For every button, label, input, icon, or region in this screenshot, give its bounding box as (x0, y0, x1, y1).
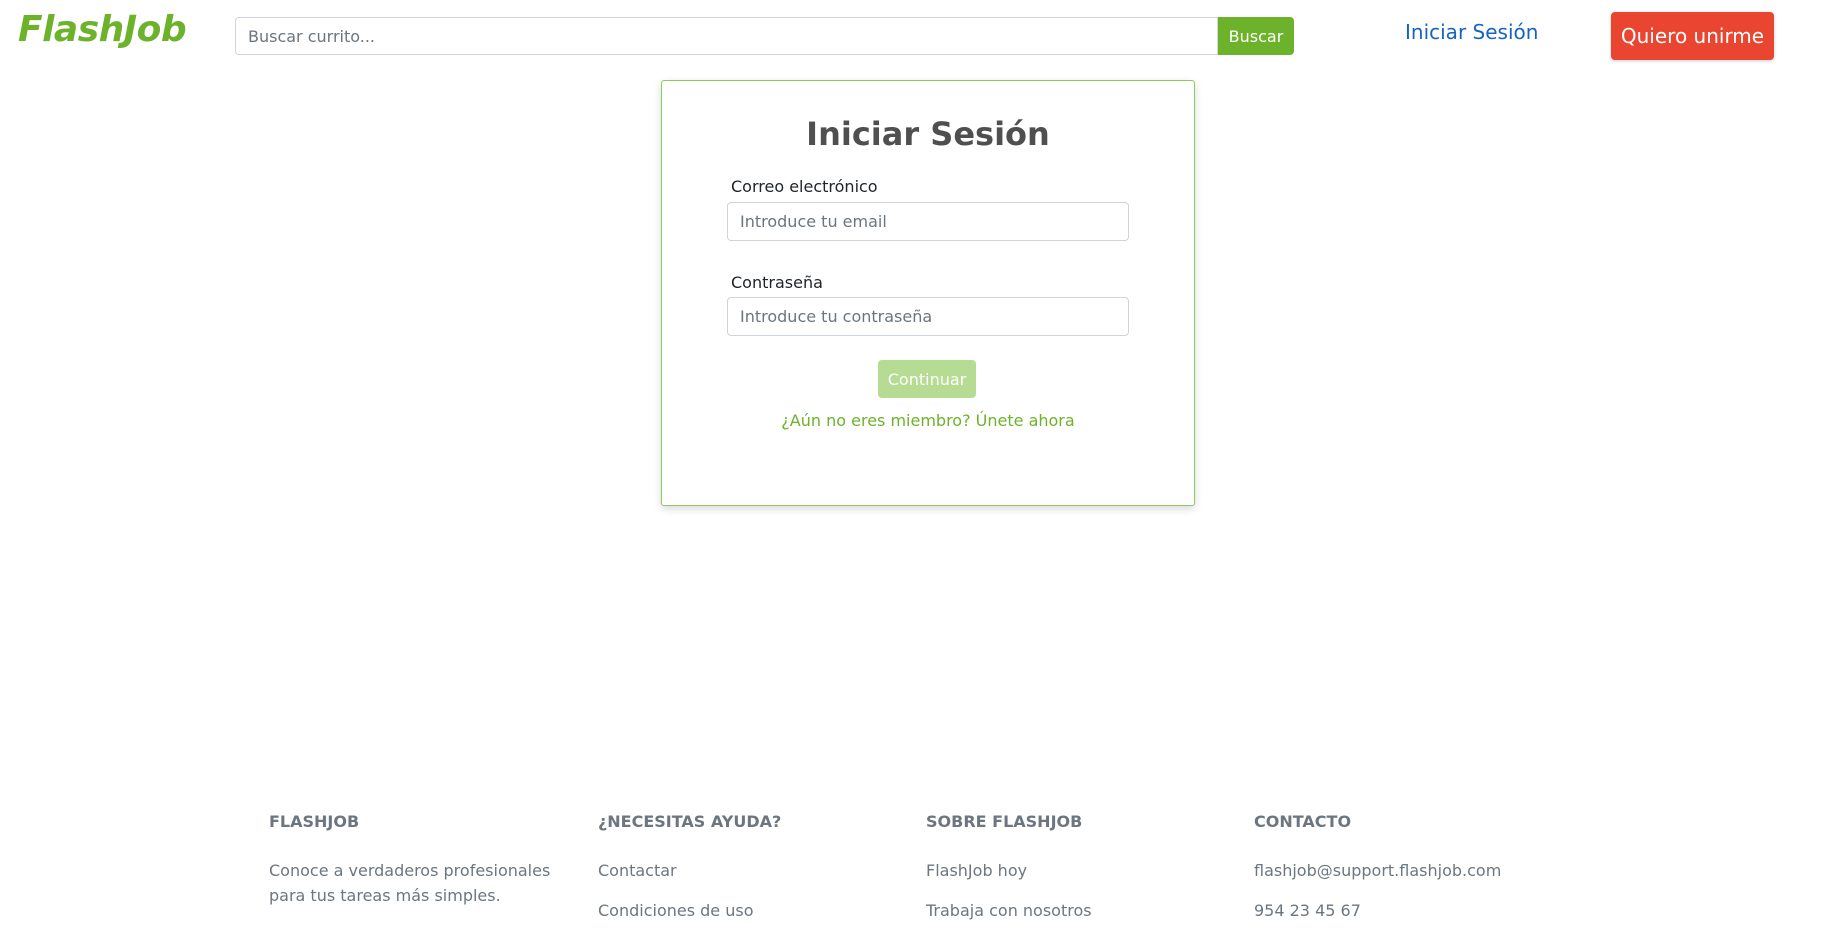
footer-heading: SOBRE FLASHJOB (926, 812, 1083, 831)
footer-column-about: SOBRE FLASHJOB FlashJob hoy Trabaja con … (926, 812, 1216, 938)
search-input[interactable] (235, 17, 1218, 55)
email-field[interactable] (727, 202, 1129, 241)
flashjob-logo[interactable]: FlashJob (18, 9, 187, 50)
login-card: Iniciar Sesión Correo electrónico Contra… (661, 80, 1195, 506)
footer-heading: FLASHJOB (269, 812, 360, 831)
footer-link-terms[interactable]: Condiciones de uso (598, 898, 888, 938)
footer-link-flashjob-today[interactable]: FlashJob hoy (926, 858, 1216, 898)
email-label: Correo electrónico (731, 177, 878, 196)
footer-heading: ¿NECESITAS AYUDA? (598, 812, 782, 831)
footer-column-flashjob: FLASHJOB Conoce a verdaderos profesional… (269, 812, 559, 908)
password-label: Contraseña (731, 273, 823, 292)
search-button[interactable]: Buscar (1218, 17, 1294, 55)
footer-link-careers[interactable]: Trabaja con nosotros (926, 898, 1216, 938)
signup-link[interactable]: ¿Aún no eres miembro? Únete ahora (662, 411, 1194, 430)
continue-button[interactable]: Continuar (878, 360, 976, 398)
footer-link-email[interactable]: flashjob@support.flashjob.com (1254, 858, 1544, 898)
footer-link-contact[interactable]: Contactar (598, 858, 888, 898)
footer-column-contact: CONTACTO flashjob@support.flashjob.com 9… (1254, 812, 1544, 938)
footer-heading: CONTACTO (1254, 812, 1352, 831)
footer-column-help: ¿NECESITAS AYUDA? Contactar Condiciones … (598, 812, 888, 938)
password-field[interactable] (727, 297, 1129, 336)
footer-link-phone[interactable]: 954 23 45 67 (1254, 898, 1544, 938)
top-navbar: FlashJob Buscar Iniciar Sesión Quiero un… (0, 0, 1830, 72)
login-link[interactable]: Iniciar Sesión (1405, 20, 1538, 44)
footer-description: Conoce a verdaderos profesionales para t… (269, 861, 551, 905)
join-button[interactable]: Quiero unirme (1611, 12, 1774, 60)
login-title: Iniciar Sesión (806, 115, 1050, 153)
